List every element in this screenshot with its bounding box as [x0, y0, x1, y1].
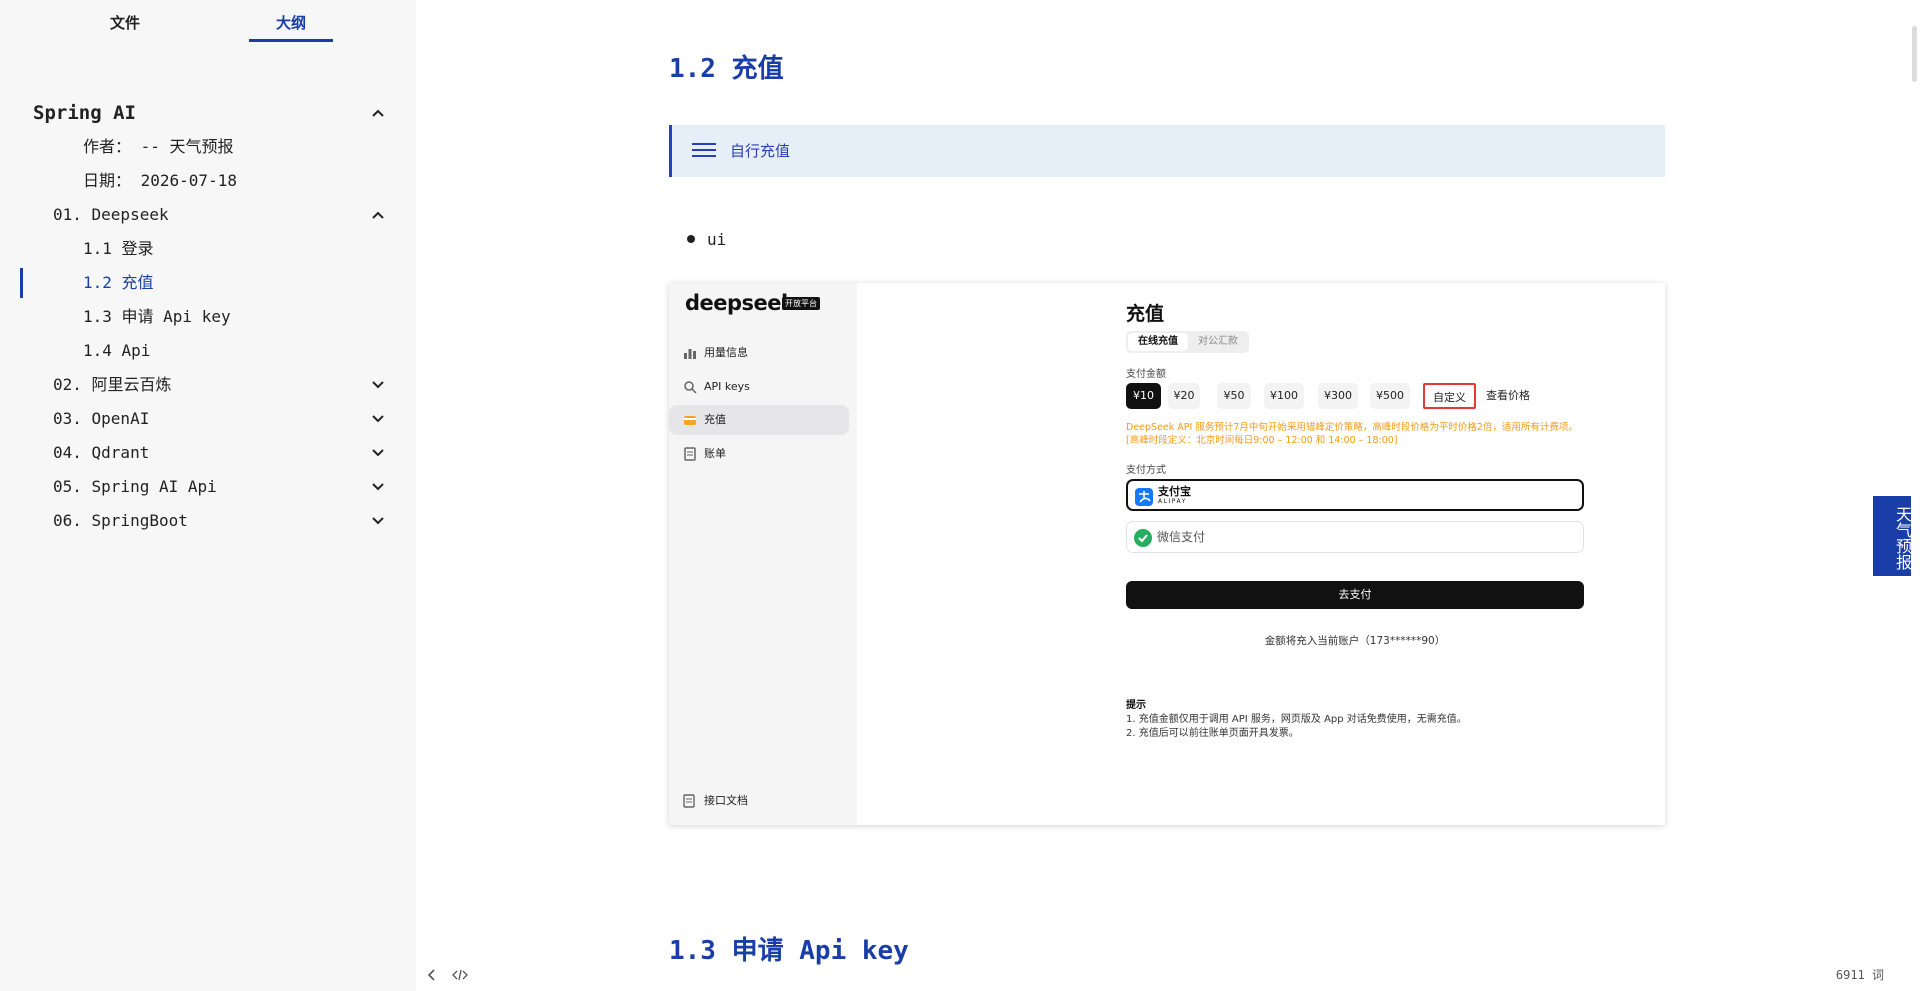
pay-button[interactable]: 去支付: [1126, 581, 1584, 609]
weather-float-button[interactable]: 天气预报: [1873, 496, 1912, 576]
outline-label: 02. 阿里云百炼: [53, 375, 172, 394]
outline-item-recharge[interactable]: 1.2 充值: [0, 266, 416, 300]
heading-recharge: 1.2 充值: [669, 54, 784, 84]
outline-label: 01. Deepseek: [53, 205, 169, 224]
outline-label: 1.3 申请 Api key: [83, 307, 231, 326]
tips-title: 提示: [1126, 700, 1146, 711]
outline-label: 1.1 登录: [83, 239, 154, 258]
sidebar-tabs: 文件 大纲: [0, 0, 416, 44]
outline-item-deepseek[interactable]: 01. Deepseek: [0, 198, 416, 232]
chevron-down-icon[interactable]: [370, 445, 386, 461]
outline-label: 1.4 Api: [83, 341, 151, 360]
document-icon: [683, 794, 695, 808]
bullet-item: ui: [687, 230, 726, 249]
outline-item-springboot[interactable]: 06. SpringBoot: [0, 504, 416, 538]
outline-label: Spring AI: [33, 102, 136, 124]
outline-item-aliyun[interactable]: 02. 阿里云百炼: [0, 368, 416, 402]
method-alipay[interactable]: 支付宝 ALIPAY: [1126, 479, 1584, 511]
ds-badge: 开放平台: [782, 297, 820, 310]
amount-50[interactable]: ¥50: [1217, 383, 1251, 409]
seg-transfer[interactable]: 对公汇款: [1190, 333, 1246, 351]
recharge-panel: 充值 在线充值 对公汇款 支付金额 ¥10 ¥20 ¥50 ¥100 ¥300 …: [1126, 283, 1586, 825]
ds-nav-api-keys[interactable]: API keys: [669, 372, 857, 402]
bullet-text: ui: [707, 230, 727, 249]
ds-nav-recharge[interactable]: 充值: [669, 405, 849, 435]
ds-docs-label: 接口文档: [704, 794, 748, 807]
alipay-icon: [1135, 488, 1153, 506]
document-content: 1.2 充值 自行充值 ui deepseek 开放平台 用量信息 API ke…: [416, 0, 1920, 991]
heading-api-key: 1.3 申请 Api key: [669, 936, 909, 966]
amount-custom[interactable]: 自定义: [1423, 383, 1476, 409]
ds-nav-label: 用量信息: [704, 346, 748, 359]
ds-nav-usage[interactable]: 用量信息: [669, 338, 857, 368]
ds-logo: deepseek: [685, 291, 795, 315]
scrollbar-thumb[interactable]: [1912, 26, 1917, 82]
chevron-down-icon[interactable]: [370, 411, 386, 427]
tab-outline[interactable]: 大纲: [249, 12, 333, 42]
chevron-down-icon[interactable]: [370, 513, 386, 529]
ds-nav-label: API keys: [704, 380, 750, 393]
ds-nav-label: 账单: [704, 447, 726, 460]
amount-20[interactable]: ¥20: [1168, 383, 1200, 409]
alipay-sub: ALIPAY: [1158, 498, 1187, 505]
chevron-up-icon[interactable]: [370, 105, 386, 121]
outline-label: 06. SpringBoot: [53, 511, 188, 530]
callout-block: 自行充值: [669, 125, 1665, 177]
outline-label: 1.2 充值: [83, 273, 154, 292]
tips-block: 提示 1. 充值金额仅用于调用 API 服务，网页版及 App 对话免费使用，无…: [1126, 699, 1586, 741]
amount-100[interactable]: ¥100: [1264, 383, 1304, 409]
wechat-pay-icon: [1134, 529, 1152, 547]
amount-500[interactable]: ¥500: [1370, 383, 1410, 409]
outline-item-qdrant[interactable]: 04. Qdrant: [0, 436, 416, 470]
wechat-text: 微信支付: [1157, 530, 1206, 544]
callout-text: 自行充值: [730, 142, 791, 160]
peak-pricing-warning: DeepSeek API 服务预计7月中旬开始采用错峰定价策略，高峰时段价格为平…: [1126, 422, 1578, 446]
recharge-title: 充值: [1126, 303, 1165, 325]
outline-label: 日期： 2026-07-18: [83, 171, 237, 190]
chevron-down-icon[interactable]: [370, 377, 386, 393]
outline-item-spring-ai-api[interactable]: 05. Spring AI Api: [0, 470, 416, 504]
tip-2: 2. 充值后可以前往账单页面开具发票。: [1126, 728, 1299, 739]
tab-file[interactable]: 文件: [80, 12, 170, 42]
outline-item-login[interactable]: 1.1 登录: [0, 232, 416, 266]
amount-10[interactable]: ¥10: [1126, 383, 1161, 409]
chevron-left-icon[interactable]: [424, 967, 440, 983]
bullet-dot-icon: [687, 234, 695, 243]
wallet-icon: [684, 416, 696, 425]
ds-nav-label: 充值: [704, 413, 726, 426]
sidebar: 文件 大纲 Spring AI 作者： -- 天气预报 日期： 2026-07-…: [0, 0, 416, 991]
method-label: 支付方式: [1126, 465, 1166, 476]
recharge-mode-toggle: 在线充值 对公汇款: [1126, 331, 1249, 353]
chevron-down-icon[interactable]: [370, 479, 386, 495]
seg-online[interactable]: 在线充值: [1128, 333, 1188, 351]
outline-item-api-key[interactable]: 1.3 申请 Api key: [0, 300, 416, 334]
outline-label: 04. Qdrant: [53, 443, 150, 462]
alipay-text: 支付宝: [1158, 485, 1191, 498]
bar-chart-icon: [684, 349, 696, 359]
outline-label: 03. OpenAI: [53, 409, 150, 428]
search-icon: [684, 381, 697, 394]
amount-label: 支付金额: [1126, 369, 1166, 380]
ds-sidebar: deepseek 开放平台 用量信息 API keys 充值 账单 接口文档: [669, 283, 857, 825]
chevron-up-icon[interactable]: [370, 207, 386, 223]
outline-item-openai[interactable]: 03. OpenAI: [0, 402, 416, 436]
embedded-screenshot: deepseek 开放平台 用量信息 API keys 充值 账单 接口文档 充…: [669, 283, 1665, 825]
bill-icon: [684, 447, 696, 461]
outline-label: 作者： -- 天气预报: [83, 137, 234, 156]
method-wechat[interactable]: 微信支付: [1126, 521, 1584, 553]
outline-item-spring-ai[interactable]: Spring AI: [0, 96, 416, 130]
outline-item-author[interactable]: 作者： -- 天气预报: [0, 130, 416, 164]
price-link[interactable]: 查看价格: [1483, 383, 1533, 409]
outline-item-api[interactable]: 1.4 Api: [0, 334, 416, 368]
ds-nav-docs[interactable]: 接口文档: [669, 791, 857, 811]
amount-300[interactable]: ¥300: [1318, 383, 1358, 409]
word-count: 6911 词: [1835, 968, 1884, 982]
list-lines-icon: [692, 143, 716, 157]
tip-1: 1. 充值金额仅用于调用 API 服务，网页版及 App 对话免费使用，无需充值…: [1126, 714, 1467, 725]
outline-item-date[interactable]: 日期： 2026-07-18: [0, 164, 416, 198]
code-icon[interactable]: [452, 967, 468, 983]
ds-nav-bill[interactable]: 账单: [669, 439, 857, 469]
outline-label: 05. Spring AI Api: [53, 477, 217, 496]
account-note: 金额将充入当前账户（173******90）: [1264, 635, 1446, 647]
